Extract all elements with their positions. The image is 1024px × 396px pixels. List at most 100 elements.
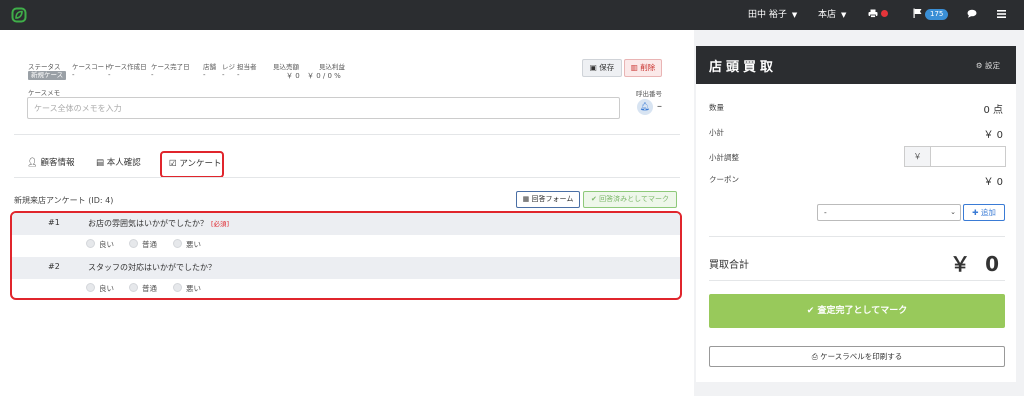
expected-amount-value: ￥ 0: [286, 72, 300, 80]
settings-label: 設定: [985, 61, 1000, 70]
status-dot: [881, 10, 888, 17]
store-name: 本店: [818, 10, 837, 20]
done-label: 回答済みとしてマーク: [599, 195, 669, 203]
purchase-panel: 店頭買取 ⚙ 設定 数量 0 点 小計 ￥ 0 小計調整 ￥ クーポン ￥ 0 …: [696, 46, 1016, 382]
print-label: ケースラベルを印刷する: [820, 352, 903, 361]
top-bar: 田中 裕子 ▼ 本店 ▼ 175: [0, 0, 1024, 30]
form-label: 回答フォーム: [531, 195, 574, 203]
call-number-label: 呼出番号: [636, 90, 662, 98]
expected-profit-value: ￥ 0 / 0 %: [307, 72, 341, 80]
form-icon: ▦: [522, 195, 530, 203]
settings-button[interactable]: ⚙ 設定: [976, 60, 1000, 71]
mark-answered-button[interactable]: ✔ 回答済みとしてマーク: [583, 191, 677, 208]
staff-value: -: [237, 71, 240, 79]
add-label: 追加: [980, 208, 996, 217]
survey-questions: #1 お店の雰囲気はいかがでしたか？ [必須] 良い 普通 悪い #2 スタッフの…: [10, 211, 682, 300]
add-coupon-button[interactable]: ✚ 追加: [963, 204, 1005, 221]
chevron-down-icon: ▼: [791, 11, 798, 19]
notifications[interactable]: 175: [913, 0, 949, 30]
delete-button[interactable]: ▥ 削除: [624, 59, 662, 77]
case-memo-input[interactable]: ケース全体のメモを入力: [27, 97, 620, 119]
register-value: -: [222, 71, 225, 79]
register-label: レジ: [222, 63, 235, 71]
option-label: 良い: [99, 284, 114, 293]
option-good[interactable]: 良い: [86, 283, 114, 294]
option-label: 悪い: [186, 240, 201, 249]
created-date-label: ケース作成日: [108, 63, 147, 71]
user-icon: 👤︎: [27, 158, 38, 168]
required-marker: [必須]: [211, 220, 230, 228]
radio-icon[interactable]: [86, 283, 95, 292]
subtotal-adjust-label: 小計調整: [709, 153, 739, 162]
bell-icon[interactable]: 🔔︎: [637, 99, 653, 115]
total-value: ￥ 0: [950, 252, 1003, 276]
store-value: -: [203, 71, 206, 79]
option-good[interactable]: 良い: [86, 239, 114, 250]
printer-icon: [868, 9, 878, 18]
status-label: ステータス: [28, 63, 61, 71]
question-number: #2: [48, 262, 60, 271]
radio-icon[interactable]: [86, 239, 95, 248]
panel-title: 店頭買取: [709, 60, 778, 75]
option-normal[interactable]: 普通: [129, 283, 157, 294]
option-bad[interactable]: 悪い: [173, 283, 201, 294]
store-label: 店舗: [203, 63, 216, 71]
coupon-value: ￥ 0: [983, 177, 1003, 188]
complete-label: 査定完了としてマーク: [817, 306, 908, 316]
tab-identity-check[interactable]: ▤ 本人確認: [96, 156, 141, 168]
answer-form-button[interactable]: ▦ 回答フォーム: [516, 191, 580, 208]
panel-header: 店頭買取 ⚙ 設定: [696, 46, 1016, 84]
completed-date-label: ケース完了日: [151, 63, 190, 71]
tab-customer-info[interactable]: 👤︎ 顧客情報: [27, 156, 75, 168]
leaf-logo-icon[interactable]: [11, 7, 27, 23]
question-number: #1: [48, 218, 60, 227]
radio-icon[interactable]: [173, 239, 182, 248]
divider: [709, 236, 1005, 237]
coupon-select[interactable]: - ⌄: [817, 204, 961, 221]
coupon-label: クーポン: [709, 175, 739, 184]
question-label: スタッフの対応はいかがでしたか？: [88, 263, 216, 272]
case-code-label: ケースコード: [72, 63, 111, 71]
radio-icon[interactable]: [173, 283, 182, 292]
quantity-value: 0 点: [983, 105, 1003, 116]
tab-label: 本人確認: [106, 158, 141, 168]
plus-icon: ✚: [972, 208, 979, 217]
print-label-button[interactable]: ⎙ ケースラベルを印刷する: [709, 346, 1005, 367]
question-label: お店の雰囲気はいかがでしたか？: [88, 219, 208, 228]
expected-profit-label: 見込利益: [319, 63, 345, 71]
chevron-down-icon: ⌄: [950, 208, 956, 216]
radio-icon[interactable]: [129, 283, 138, 292]
status-badge: 新規ケース: [28, 71, 67, 80]
quantity-label: 数量: [709, 103, 724, 112]
coupon-selected: -: [824, 208, 827, 217]
user-menu[interactable]: 田中 裕子 ▼: [748, 0, 797, 30]
check-icon: ✔: [806, 306, 815, 316]
printer-icon: ⎙: [811, 352, 818, 361]
option-normal[interactable]: 普通: [129, 239, 157, 250]
menu-button[interactable]: [997, 0, 1006, 30]
divider: [14, 134, 680, 135]
flag-icon: [913, 8, 922, 18]
gear-icon: ⚙: [975, 61, 983, 70]
tab-divider: [14, 177, 680, 178]
hamburger-icon: [997, 10, 1006, 18]
trash-icon: ▥: [630, 63, 638, 72]
memo-label: ケースメモ: [28, 89, 61, 97]
option-label: 良い: [99, 240, 114, 249]
tab-survey[interactable]: ☑ アンケート: [160, 151, 224, 178]
store-menu[interactable]: 本店 ▼: [818, 0, 846, 30]
user-name: 田中 裕子: [748, 10, 787, 20]
tab-label: アンケート: [179, 159, 222, 169]
printer-status[interactable]: [868, 0, 888, 30]
survey-title: 新規来店アンケート (ID: 4): [14, 196, 114, 205]
chat-button[interactable]: [967, 0, 977, 30]
save-button[interactable]: ▣ 保存: [582, 59, 622, 77]
question-text: お店の雰囲気はいかがでしたか？ [必須]: [88, 218, 229, 229]
checkbox-icon: ☑: [169, 159, 177, 169]
completed-date-value: -: [151, 71, 154, 79]
staff-label: 担当者: [237, 63, 257, 71]
subtotal-adjust-input[interactable]: [930, 146, 1006, 167]
complete-assessment-button[interactable]: ✔ 査定完了としてマーク: [709, 294, 1005, 328]
option-bad[interactable]: 悪い: [173, 239, 201, 250]
radio-icon[interactable]: [129, 239, 138, 248]
